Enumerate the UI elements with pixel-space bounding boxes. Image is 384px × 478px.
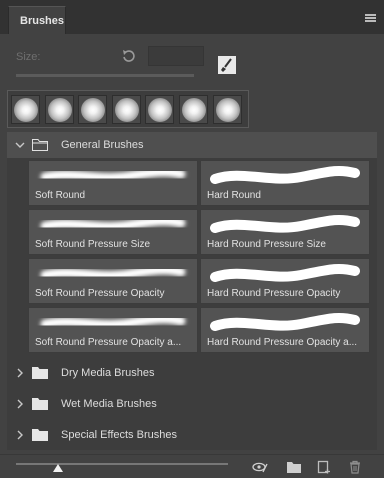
brush-tile[interactable]: Hard Round Pressure Size bbox=[200, 209, 370, 255]
group-wet-media-brushes[interactable]: Wet Media Brushes bbox=[7, 391, 377, 417]
brush-preset-swatch[interactable] bbox=[179, 95, 208, 124]
size-slider[interactable] bbox=[16, 74, 194, 77]
brush-tile[interactable]: Soft Round bbox=[28, 160, 198, 206]
soft-stroke-preview-icon bbox=[40, 265, 186, 280]
brush-label: Hard Round Pressure Opacity a... bbox=[207, 337, 358, 348]
brush-tile[interactable]: Hard Round bbox=[200, 160, 370, 206]
soft-round-brush-tip-icon bbox=[81, 98, 106, 122]
chevron-right-icon[interactable] bbox=[15, 368, 25, 378]
brush-tile[interactable]: Soft Round Pressure Opacity bbox=[28, 258, 198, 304]
brushes-panel: Brushes Size: General Brushes Soft Round… bbox=[0, 0, 384, 478]
soft-round-brush-tip-icon bbox=[215, 98, 240, 122]
panel-menu-icon[interactable] bbox=[365, 14, 376, 22]
soft-round-brush-tip-icon bbox=[148, 98, 173, 122]
soft-round-brush-tip-icon bbox=[47, 98, 72, 122]
brush-tile[interactable]: Hard Round Pressure Opacity bbox=[200, 258, 370, 304]
soft-round-brush-tip-icon bbox=[182, 98, 206, 122]
group-dry-media-brushes[interactable]: Dry Media Brushes bbox=[7, 360, 377, 386]
group-label: Special Effects Brushes bbox=[61, 429, 177, 441]
soft-round-brush-tip-icon bbox=[114, 98, 139, 122]
soft-round-brush-tip-icon bbox=[14, 98, 38, 122]
panel-header: Brushes bbox=[0, 0, 384, 34]
chevron-right-icon[interactable] bbox=[15, 399, 25, 409]
reset-size-icon[interactable] bbox=[120, 48, 136, 64]
brush-tile[interactable]: Soft Round Pressure Opacity a... bbox=[28, 307, 198, 353]
folder-icon bbox=[32, 398, 48, 410]
group-label: General Brushes bbox=[61, 139, 144, 151]
hard-stroke-preview-icon bbox=[210, 214, 360, 233]
hard-stroke-preview-icon bbox=[210, 312, 360, 331]
size-input[interactable] bbox=[148, 46, 204, 66]
brush-preset-swatch[interactable] bbox=[44, 95, 74, 124]
delete-icon[interactable] bbox=[347, 460, 363, 474]
brush-tile[interactable]: Hard Round Pressure Opacity a... bbox=[200, 307, 370, 353]
toggle-visibility-icon[interactable] bbox=[252, 460, 268, 474]
brush-label: Soft Round Pressure Opacity a... bbox=[35, 337, 182, 348]
group-label: Wet Media Brushes bbox=[61, 398, 157, 410]
group-label: Dry Media Brushes bbox=[61, 367, 155, 379]
folder-open-icon bbox=[32, 139, 48, 151]
brush-label: Soft Round Pressure Opacity bbox=[35, 288, 165, 299]
brush-label: Soft Round bbox=[35, 190, 86, 201]
soft-stroke-preview-icon bbox=[40, 167, 186, 182]
chevron-down-icon[interactable] bbox=[15, 140, 25, 150]
group-general-brushes[interactable]: General Brushes bbox=[7, 132, 377, 158]
brush-label: Hard Round Pressure Size bbox=[207, 239, 326, 250]
recent-brushes-strip bbox=[7, 90, 249, 128]
brush-preset-swatch[interactable] bbox=[78, 95, 108, 124]
brush-label: Hard Round bbox=[207, 190, 261, 201]
brush-preset-swatch[interactable] bbox=[212, 95, 242, 124]
brush-preset-swatch[interactable] bbox=[11, 95, 40, 124]
tab-brushes-label: Brushes bbox=[20, 15, 65, 27]
new-brush-icon[interactable] bbox=[316, 460, 332, 474]
thumbnail-size-slider[interactable] bbox=[16, 463, 228, 465]
soft-stroke-preview-icon bbox=[40, 314, 186, 329]
chevron-right-icon[interactable] bbox=[15, 430, 25, 440]
brush-preset-swatch[interactable] bbox=[111, 95, 141, 124]
brush-settings-icon[interactable] bbox=[218, 56, 236, 74]
new-group-icon[interactable] bbox=[286, 460, 302, 474]
hard-stroke-preview-icon bbox=[210, 165, 360, 184]
soft-stroke-preview-icon bbox=[40, 216, 186, 231]
hard-stroke-preview-icon bbox=[210, 263, 360, 282]
folder-icon bbox=[32, 429, 48, 441]
size-label: Size: bbox=[16, 51, 41, 63]
folder-icon bbox=[32, 367, 48, 379]
brush-preset-swatch[interactable] bbox=[145, 95, 175, 124]
brush-label: Soft Round Pressure Size bbox=[35, 239, 151, 250]
panel-footer bbox=[0, 454, 384, 478]
tab-brushes[interactable]: Brushes bbox=[8, 6, 66, 34]
brush-tile[interactable]: Soft Round Pressure Size bbox=[28, 209, 198, 255]
brush-label: Hard Round Pressure Opacity bbox=[207, 288, 341, 299]
group-special-effects-brushes[interactable]: Special Effects Brushes bbox=[7, 422, 377, 448]
slider-thumb[interactable] bbox=[53, 464, 64, 472]
